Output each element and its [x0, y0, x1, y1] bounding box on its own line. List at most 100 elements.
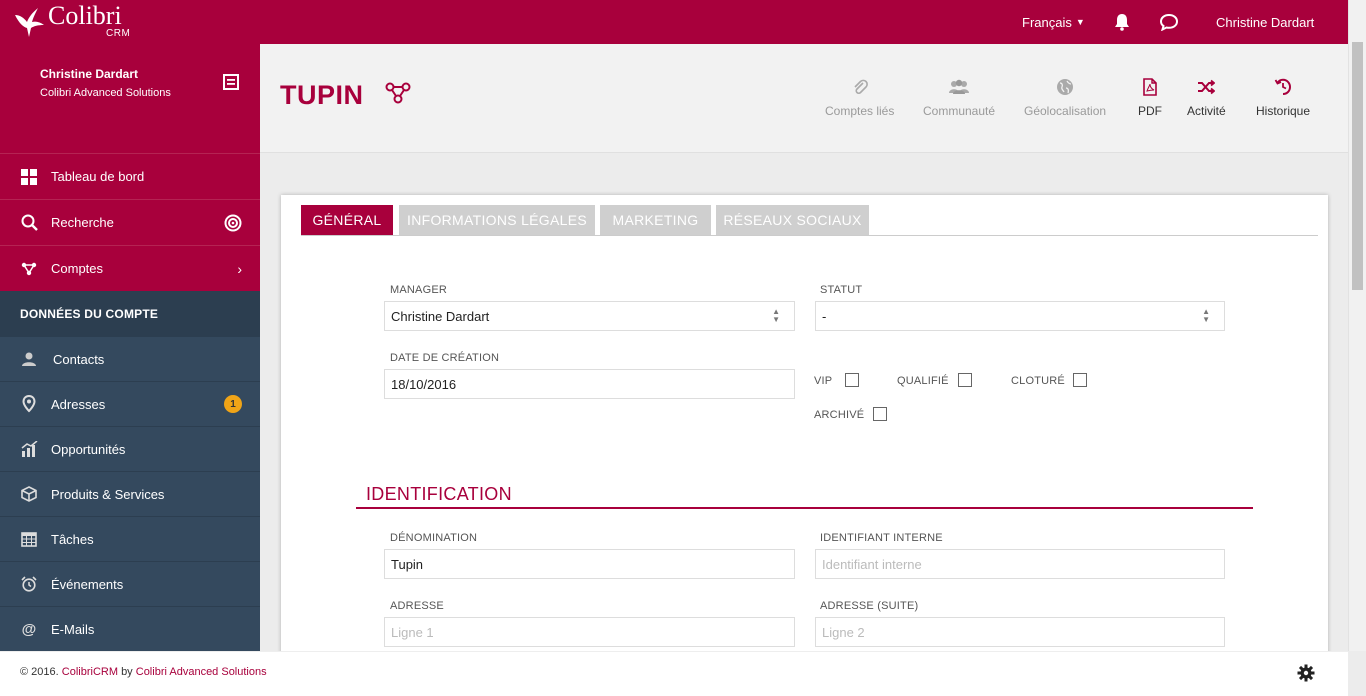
- footer-copyright: © 2016.: [20, 666, 59, 678]
- sidebar-item-produits[interactable]: Produits & Services: [0, 472, 260, 517]
- sidebar-item-dashboard[interactable]: Tableau de bord: [0, 153, 260, 199]
- tab-marketing[interactable]: MARKETING: [600, 205, 711, 235]
- action-geolocalisation[interactable]: Géolocalisation: [1024, 76, 1106, 118]
- action-label: Comptes liés: [825, 104, 895, 118]
- identifiant-interne-field[interactable]: Identifiant interne: [815, 549, 1225, 579]
- identification-heading: IDENTIFICATION: [366, 484, 512, 504]
- denomination-value: Tupin: [391, 556, 424, 572]
- denomination-label: DÉNOMINATION: [390, 532, 478, 544]
- sidebar-item-label: Événements: [51, 576, 124, 592]
- action-label: Activité: [1187, 104, 1226, 118]
- tab-informations-legales[interactable]: INFORMATIONS LÉGALES: [399, 205, 595, 235]
- cloture-checkbox[interactable]: [1073, 373, 1087, 387]
- sidebar-item-evenements[interactable]: Événements: [0, 562, 260, 607]
- chevron-down-icon: ▼: [1075, 17, 1085, 27]
- hummingbird-icon: [15, 8, 44, 37]
- brand-sub: CRM: [106, 28, 131, 39]
- action-activite[interactable]: Activité: [1187, 76, 1226, 118]
- date-creation-label: DATE DE CRÉATION: [390, 352, 500, 364]
- sidebar-item-emails[interactable]: @ E-Mails: [0, 607, 260, 651]
- cube-icon: [20, 485, 38, 503]
- top-bar: Colibri CRM Français ▼ Christine Dardart: [0, 0, 1348, 44]
- footer-product-link[interactable]: ColibriCRM: [62, 666, 118, 678]
- chat-icon[interactable]: [1159, 0, 1179, 44]
- sidebar-item-comptes[interactable]: Comptes ›: [0, 245, 260, 291]
- manager-select[interactable]: Christine Dardart ▲ ▼: [384, 301, 795, 331]
- user-menu[interactable]: Christine Dardart: [1216, 0, 1314, 44]
- action-historique[interactable]: Historique: [1256, 76, 1310, 118]
- qualifie-label: QUALIFIÉ: [897, 375, 949, 387]
- identifiant-interne-label: IDENTIFIANT INTERNE: [820, 532, 943, 544]
- sidebar-item-label: Contacts: [53, 351, 105, 367]
- target-icon[interactable]: [224, 200, 242, 245]
- contact-card-icon[interactable]: [223, 74, 239, 95]
- tab-reseaux-sociaux[interactable]: RÉSEAUX SOCIAUX: [716, 205, 869, 235]
- sidebar-item-label: Produits & Services: [51, 486, 165, 502]
- date-creation-value: 18/10/2016: [391, 376, 457, 392]
- profile-panel: Christine Dardart Colibri Advanced Solut…: [0, 44, 260, 153]
- archive-checkbox[interactable]: [873, 407, 887, 421]
- adresse-suite-field[interactable]: Ligne 2: [815, 617, 1225, 647]
- page-title: TUPIN: [280, 80, 364, 110]
- alarm-icon: [20, 575, 38, 593]
- action-pdf[interactable]: PDF: [1138, 76, 1162, 118]
- sidebar-item-taches[interactable]: Tâches: [0, 517, 260, 562]
- date-creation-field[interactable]: 18/10/2016: [384, 369, 795, 399]
- tab-general[interactable]: GÉNÉRAL: [301, 205, 393, 235]
- manager-label: MANAGER: [390, 284, 448, 296]
- footer-company-link[interactable]: Colibri Advanced Solutions: [136, 666, 267, 678]
- pdf-icon: [1142, 76, 1158, 98]
- shuffle-icon: [1197, 76, 1216, 98]
- sidebar-item-label: Tâches: [51, 531, 94, 547]
- select-arrows-icon: ▲ ▼: [1202, 307, 1210, 324]
- qualifie-checkbox[interactable]: [958, 373, 972, 387]
- statut-value: -: [822, 308, 827, 324]
- globe-icon: [1056, 76, 1074, 98]
- action-communaute[interactable]: Communauté: [923, 76, 995, 118]
- language-selector[interactable]: Français ▼: [1022, 0, 1085, 44]
- dashboard-icon: [20, 168, 38, 186]
- action-comptes-lies[interactable]: Comptes liés: [825, 76, 894, 118]
- calendar-icon: [20, 530, 38, 548]
- sidebar-item-label: Adresses: [51, 396, 106, 412]
- statut-label: STATUT: [820, 284, 863, 296]
- sidebar-item-label: Tableau de bord: [51, 169, 145, 184]
- bell-icon[interactable]: [1113, 0, 1131, 44]
- action-label: PDF: [1138, 104, 1162, 118]
- vip-checkbox[interactable]: [845, 373, 859, 387]
- accounts-icon: [20, 260, 38, 278]
- paperclip-icon: [852, 76, 868, 98]
- location-pin-icon: [20, 395, 38, 413]
- sidebar-item-contacts[interactable]: Contacts: [0, 337, 260, 382]
- adresse-suite-label: ADRESSE (SUITE): [820, 600, 919, 612]
- badge-wrap: 1: [224, 382, 242, 426]
- scrollbar-thumb[interactable]: [1352, 42, 1363, 290]
- sidebar-item-label: E-Mails: [51, 621, 95, 637]
- users-icon: [948, 76, 970, 98]
- adresse-suite-placeholder: Ligne 2: [822, 624, 865, 640]
- denomination-field[interactable]: Tupin: [384, 549, 795, 579]
- footer-text: © 2016. ColibriCRM by Colibri Advanced S…: [20, 666, 267, 678]
- cloture-label: CLOTURÉ: [1011, 375, 1065, 387]
- adresse-label: ADRESSE: [390, 600, 444, 612]
- vip-label: VIP: [814, 375, 833, 387]
- tab-bar: GÉNÉRAL INFORMATIONS LÉGALES MARKETING R…: [301, 205, 1318, 236]
- count-badge: 1: [224, 395, 242, 413]
- chart-icon: [20, 440, 38, 458]
- user-name: Christine Dardart: [1216, 14, 1315, 30]
- section-divider: [356, 507, 1253, 509]
- gear-icon[interactable]: [1297, 664, 1315, 685]
- adresse-field[interactable]: Ligne 1: [384, 617, 795, 647]
- language-label: Français: [1022, 14, 1072, 30]
- page-scrollbar[interactable]: [1348, 0, 1366, 651]
- adresse-placeholder: Ligne 1: [391, 624, 434, 640]
- sidebar-item-opportunites[interactable]: Opportunités: [0, 427, 260, 472]
- brand-name: Colibri: [48, 1, 122, 30]
- history-icon: [1274, 76, 1292, 98]
- statut-select[interactable]: - ▲ ▼: [815, 301, 1225, 331]
- sidebar-item-search[interactable]: Recherche: [0, 199, 260, 245]
- sidebar-item-label: Opportunités: [51, 441, 126, 457]
- logo[interactable]: Colibri CRM: [12, 1, 142, 41]
- sidebar-item-adresses[interactable]: Adresses 1: [0, 382, 260, 427]
- action-label: Géolocalisation: [1024, 104, 1107, 118]
